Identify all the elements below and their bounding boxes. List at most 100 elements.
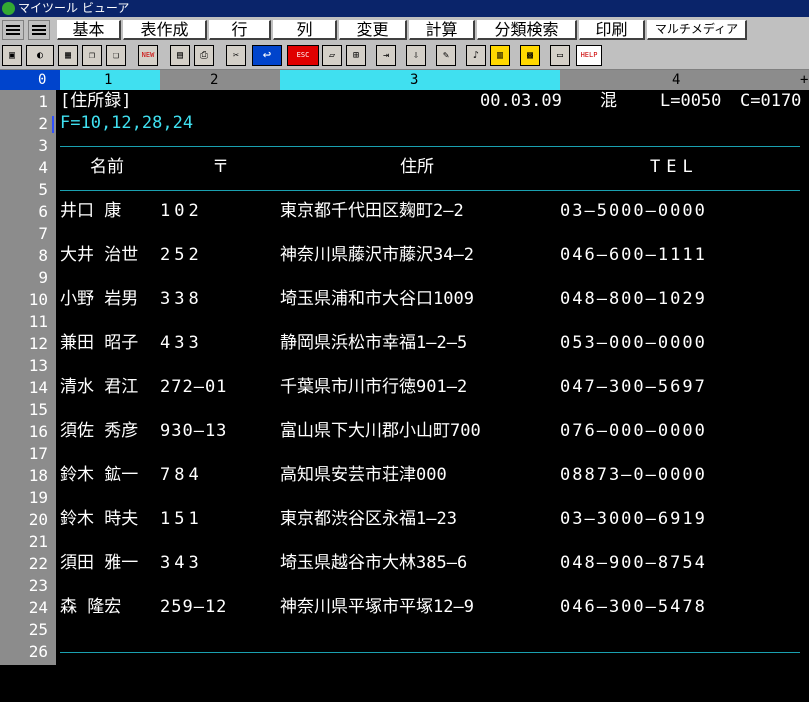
line-number[interactable]: 17 bbox=[0, 443, 48, 464]
line-number[interactable]: 6 bbox=[0, 201, 48, 222]
cell-zip[interactable]: 784 bbox=[160, 465, 203, 486]
scissors-icon[interactable]: ✂ bbox=[226, 45, 246, 66]
cell-tel[interactable]: 048—800—1029 bbox=[560, 289, 707, 310]
line-number[interactable]: 3 bbox=[0, 135, 48, 156]
notebook-icon[interactable]: ▱ bbox=[322, 45, 342, 66]
help-icon[interactable]: HELP bbox=[576, 45, 602, 66]
cell-tel[interactable]: 046—600—1111 bbox=[560, 245, 707, 266]
line-number[interactable]: 25 bbox=[0, 619, 48, 640]
cell-address[interactable]: 静岡県浜松市幸福1—2—5 bbox=[280, 333, 467, 354]
cell-name[interactable]: 大井 治世 bbox=[60, 245, 138, 266]
cell-tel[interactable]: 03—3000—6919 bbox=[560, 509, 707, 530]
line-number[interactable]: 10 bbox=[0, 289, 48, 310]
sheet-icon[interactable] bbox=[2, 20, 24, 40]
cell-zip[interactable]: 338 bbox=[160, 289, 203, 310]
cell-zip[interactable]: 930—13 bbox=[160, 421, 227, 442]
escape-icon[interactable]: ESC bbox=[287, 45, 319, 66]
cell-tel[interactable]: 047—300—5697 bbox=[560, 377, 707, 398]
cell-name[interactable]: 須田 雅一 bbox=[60, 553, 138, 574]
cell-tel[interactable]: 053—000—0000 bbox=[560, 333, 707, 354]
table-row[interactable]: 須田 雅一 343 埼玉県越谷市大林385—6 048—900—8754 bbox=[60, 553, 800, 574]
table-icon[interactable]: ⊞ bbox=[346, 45, 366, 66]
line-number[interactable]: 26 bbox=[0, 641, 48, 662]
table-row[interactable]: 鈴木 鉱一 784 高知県安芸市荘津000 08873—0—0000 bbox=[60, 465, 800, 486]
cell-zip[interactable]: 272—01 bbox=[160, 377, 227, 398]
cell-zip[interactable]: 151 bbox=[160, 509, 203, 530]
table-row[interactable]: 須佐 秀彦 930—13 富山県下大川郡小山町700 076—000—0000 bbox=[60, 421, 800, 442]
menu-search[interactable]: 分類検索 bbox=[477, 20, 577, 40]
line-number[interactable]: 16 bbox=[0, 421, 48, 442]
cell-zip[interactable]: 343 bbox=[160, 553, 203, 574]
cell-name[interactable]: 井口 康 bbox=[60, 201, 121, 222]
line-number[interactable]: 12 bbox=[0, 333, 48, 354]
table-row[interactable]: 清水 君江 272—01 千葉県市川市行徳901—2 047—300—5697 bbox=[60, 377, 800, 398]
cell-address[interactable]: 東京都渋谷区永福1—23 bbox=[280, 509, 457, 530]
menu-table[interactable]: 表作成 bbox=[123, 20, 207, 40]
insert-row-icon[interactable]: ⇥ bbox=[376, 45, 396, 66]
table-row[interactable]: 森 隆宏 259—12 神奈川県平塚市平塚12—9 046—300—5478 bbox=[60, 597, 800, 618]
chart-icon[interactable]: ▩ bbox=[520, 45, 540, 66]
cell-name[interactable]: 鈴木 時夫 bbox=[60, 509, 138, 530]
line-number[interactable]: 21 bbox=[0, 531, 48, 552]
format-row[interactable]: F=10,12,28,24 bbox=[60, 113, 193, 134]
line-number[interactable]: 19 bbox=[0, 487, 48, 508]
cell-name[interactable]: 小野 岩男 bbox=[60, 289, 138, 310]
menu-calc[interactable]: 計算 bbox=[409, 20, 475, 40]
line-number[interactable]: 24 bbox=[0, 597, 48, 618]
cell-address[interactable]: 千葉県市川市行徳901—2 bbox=[280, 377, 467, 398]
new-badge-icon[interactable]: NEW bbox=[138, 45, 158, 66]
cell-name[interactable]: 森 隆宏 bbox=[60, 597, 121, 618]
line-number[interactable]: 13 bbox=[0, 355, 48, 376]
cell-address[interactable]: 神奈川県平塚市平塚12—9 bbox=[280, 597, 474, 618]
cell-address[interactable]: 神奈川県藤沢市藤沢34—2 bbox=[280, 245, 474, 266]
line-number[interactable]: 8 bbox=[0, 245, 48, 266]
cell-address[interactable]: 高知県安芸市荘津000 bbox=[280, 465, 447, 486]
ruler-col-2[interactable] bbox=[160, 70, 280, 90]
cell-tel[interactable]: 08873—0—0000 bbox=[560, 465, 707, 486]
menu-multimedia[interactable]: マルチメディア bbox=[647, 20, 747, 40]
copy-icon[interactable]: ❐ bbox=[82, 45, 102, 66]
cell-name[interactable]: 鈴木 鉱一 bbox=[60, 465, 138, 486]
paste-icon[interactable]: ❏ bbox=[106, 45, 126, 66]
line-number[interactable]: 22 bbox=[0, 553, 48, 574]
cell-zip[interactable]: 252 bbox=[160, 245, 203, 266]
cell-address[interactable]: 富山県下大川郡小山町700 bbox=[280, 421, 481, 442]
cell-zip[interactable]: 102 bbox=[160, 201, 203, 222]
palette-icon[interactable]: ◐ bbox=[26, 45, 54, 66]
line-number[interactable]: 23 bbox=[0, 575, 48, 596]
menu-column[interactable]: 列 bbox=[273, 20, 337, 40]
ruler-col-4[interactable] bbox=[560, 70, 809, 90]
window-icon[interactable]: ▣ bbox=[2, 45, 22, 66]
table-row[interactable]: 鈴木 時夫 151 東京都渋谷区永福1—23 03—3000—6919 bbox=[60, 509, 800, 530]
cell-address[interactable]: 東京都千代田区麹町2—2 bbox=[280, 201, 464, 222]
menu-toggle-icon[interactable] bbox=[28, 20, 50, 40]
cell-name[interactable]: 須佐 秀彦 bbox=[60, 421, 138, 442]
print-preview-icon[interactable]: ▤ bbox=[170, 45, 190, 66]
line-number[interactable]: 18 bbox=[0, 465, 48, 486]
pen-icon[interactable]: ✎ bbox=[436, 45, 456, 66]
calculator-icon[interactable]: ▦ bbox=[58, 45, 78, 66]
cell-tel[interactable]: 03—5000—0000 bbox=[560, 201, 707, 222]
line-number[interactable]: 5 bbox=[0, 179, 48, 200]
line-number[interactable]: 11 bbox=[0, 311, 48, 332]
table-row[interactable]: 兼田 昭子 433 静岡県浜松市幸福1—2—5 053—000—0000 bbox=[60, 333, 800, 354]
cell-zip[interactable]: 259—12 bbox=[160, 597, 227, 618]
monitor-icon[interactable]: ▭ bbox=[550, 45, 570, 66]
cell-name[interactable]: 清水 君江 bbox=[60, 377, 138, 398]
cell-address[interactable]: 埼玉県浦和市大谷口1009 bbox=[280, 289, 474, 310]
table-row[interactable]: 井口 康 102 東京都千代田区麹町2—2 03—5000—0000 bbox=[60, 201, 800, 222]
cell-tel[interactable]: 046—300—5478 bbox=[560, 597, 707, 618]
menu-print[interactable]: 印刷 bbox=[579, 20, 645, 40]
line-number[interactable]: 15 bbox=[0, 399, 48, 420]
speaker-icon[interactable]: ♪ bbox=[466, 45, 486, 66]
menu-row[interactable]: 行 bbox=[209, 20, 271, 40]
line-number[interactable]: 4 bbox=[0, 157, 48, 178]
cell-name[interactable]: 兼田 昭子 bbox=[60, 333, 138, 354]
cell-address[interactable]: 埼玉県越谷市大林385—6 bbox=[280, 553, 467, 574]
line-number[interactable]: 9 bbox=[0, 267, 48, 288]
ruler-col-3[interactable] bbox=[280, 70, 560, 90]
cell-tel[interactable]: 076—000—0000 bbox=[560, 421, 707, 442]
cell-tel[interactable]: 048—900—8754 bbox=[560, 553, 707, 574]
line-number[interactable]: 2 bbox=[0, 113, 48, 134]
line-number[interactable]: 14 bbox=[0, 377, 48, 398]
